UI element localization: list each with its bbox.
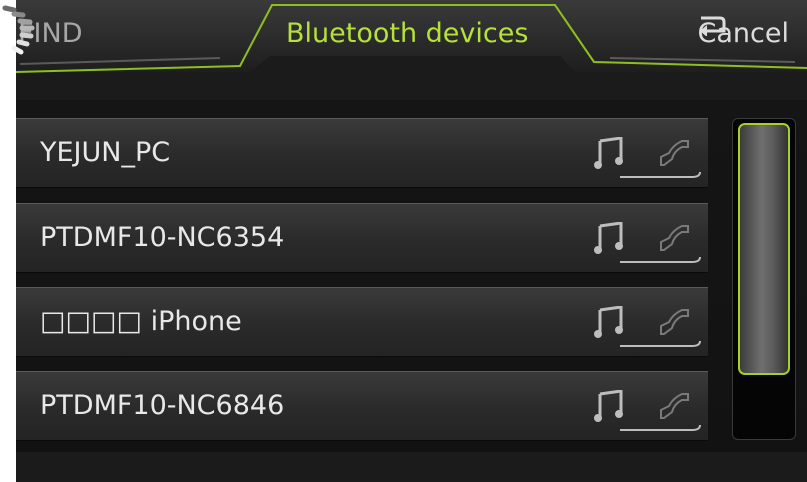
- phone-handset-icon: [660, 225, 689, 251]
- cancel-button[interactable]: Cancel: [698, 14, 797, 54]
- phone-handset-icon: [660, 393, 689, 419]
- music-note-icon: [594, 390, 623, 422]
- device-name: PTDMF10-NC6846: [40, 390, 285, 421]
- phone-handset-icon: [660, 140, 689, 166]
- music-note-icon: [594, 222, 623, 254]
- row-underline: [620, 424, 701, 431]
- bluetooth-screen: FIND Bluetooth devices Cancel YEJUN_PC P…: [0, 0, 807, 482]
- music-note-icon: [594, 137, 623, 169]
- page-title: Bluetooth devices: [286, 18, 529, 49]
- device-name: PTDMF10-NC6354: [40, 222, 285, 253]
- bottom-bar: [16, 452, 807, 482]
- device-row[interactable]: YEJUN_PC: [16, 118, 708, 188]
- device-row[interactable]: PTDMF10-NC6846: [16, 371, 708, 441]
- header-bar: FIND Bluetooth devices Cancel: [0, 0, 807, 100]
- device-name: □□□□ iPhone: [40, 306, 242, 337]
- device-name: YEJUN_PC: [40, 137, 171, 168]
- row-underline: [620, 171, 701, 178]
- phone-handset-icon: [660, 309, 689, 335]
- device-row[interactable]: □□□□ iPhone: [16, 287, 708, 357]
- music-note-icon: [594, 306, 623, 338]
- row-underline: [620, 256, 701, 263]
- scrollbar-thumb[interactable]: [738, 123, 790, 375]
- row-underline: [620, 340, 701, 347]
- device-row[interactable]: PTDMF10-NC6354: [16, 203, 708, 273]
- loading-spinner-icon: [2, 5, 35, 55]
